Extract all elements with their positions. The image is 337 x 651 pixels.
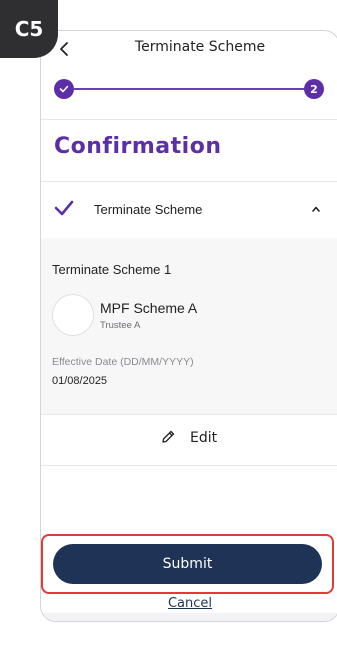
header: Terminate Scheme [41, 31, 337, 65]
stepper-line [74, 88, 304, 90]
step-2-current: 2 [304, 79, 324, 99]
progress-stepper: 2 [54, 78, 324, 100]
effective-date-value: 01/08/2025 [52, 375, 108, 387]
accordion-terminate-scheme[interactable]: Terminate Scheme [41, 181, 337, 238]
edit-button[interactable]: Edit [41, 415, 337, 465]
step-badge: C5 [0, 0, 58, 58]
section-title: Confirmation [54, 134, 222, 159]
accordion-label: Terminate Scheme [94, 202, 203, 217]
bottom-bar [41, 613, 337, 621]
scheme-name: MPF Scheme A [100, 300, 198, 316]
edit-label: Edit [190, 430, 218, 446]
phone-screen: Terminate Scheme 2 Confirmation Terminat… [40, 30, 337, 622]
divider [41, 465, 337, 466]
submit-button[interactable]: Submit [53, 544, 322, 584]
check-icon [54, 200, 74, 216]
page-title: Terminate Scheme [134, 39, 266, 55]
cancel-link[interactable]: Cancel [41, 596, 337, 611]
scheme-avatar [52, 294, 94, 336]
check-icon [59, 85, 69, 93]
chevron-up-icon[interactable] [311, 205, 321, 213]
trustee-name: Trustee A [100, 320, 141, 331]
effective-date-label: Effective Date (DD/MM/YYYY) [52, 356, 194, 368]
detail-title: Terminate Scheme 1 [52, 262, 172, 277]
step-1-complete [54, 79, 74, 99]
pencil-icon [162, 430, 175, 443]
divider [41, 119, 337, 120]
scheme-detail-panel: Terminate Scheme 1 MPF Scheme A Trustee … [41, 238, 337, 414]
